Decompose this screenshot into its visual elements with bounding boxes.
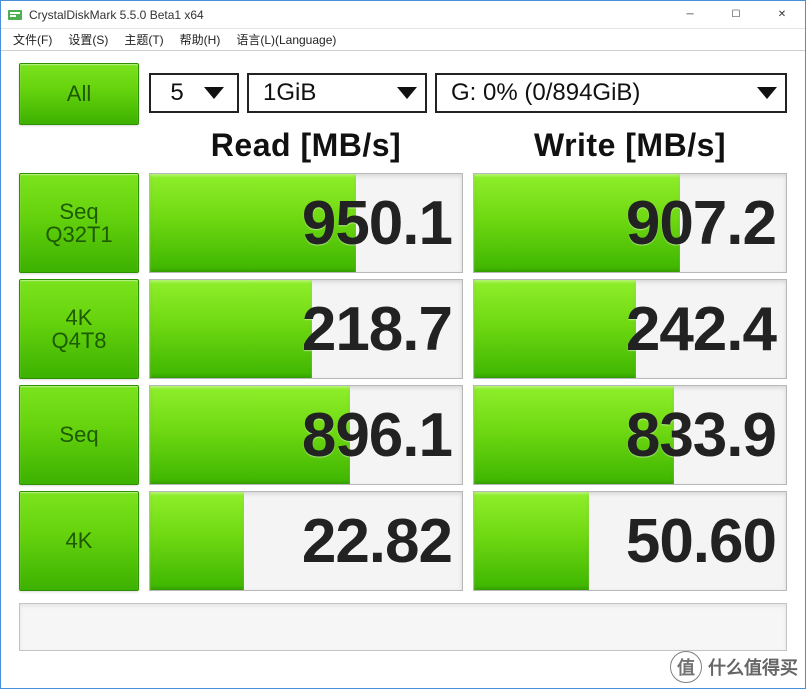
chevron-down-icon <box>204 87 224 99</box>
result-bar <box>474 280 636 378</box>
app-window: CrystalDiskMark 5.5.0 Beta1 x64 ─ ☐ ✕ 文件… <box>0 0 806 689</box>
test-size-value: 1GiB <box>263 79 316 107</box>
chevron-down-icon <box>757 87 777 99</box>
seq-q32t1-write-value: 907.2 <box>626 188 776 259</box>
test-count-value: 5 <box>170 79 183 107</box>
status-footer <box>19 603 787 651</box>
test-label-line1: 4K <box>66 306 93 329</box>
test-label-line2: Q32T1 <box>45 223 112 246</box>
seq-q32t1-read-value: 950.1 <box>302 188 452 259</box>
test-label-line2: Q4T8 <box>51 329 106 352</box>
write-header: Write [MB/s] <box>473 127 787 164</box>
read-header: Read [MB/s] <box>149 127 463 164</box>
menu-language[interactable]: 语言(L)(Language) <box>228 29 344 50</box>
maximize-button[interactable]: ☐ <box>713 1 759 29</box>
controls-row: All 5 1GiB G: 0% (0/894GiB) <box>19 63 787 115</box>
test-row-4k-q4t8: 4K Q4T8 218.7 242.4 <box>19 279 787 379</box>
seq-q32t1-write-box: 907.2 <box>473 173 787 273</box>
chevron-down-icon <box>397 87 417 99</box>
4k-q4t8-read-value: 218.7 <box>302 294 452 365</box>
result-bar <box>150 492 244 590</box>
4k-q4t8-button[interactable]: 4K Q4T8 <box>19 279 139 379</box>
test-label-line1: 4K <box>66 529 93 552</box>
test-label-line1: Seq <box>59 200 98 223</box>
test-size-select[interactable]: 1GiB <box>247 73 427 113</box>
menu-file[interactable]: 文件(F) <box>5 29 60 50</box>
4k-read-box: 22.82 <box>149 491 463 591</box>
test-row-seq: Seq 896.1 833.9 <box>19 385 787 485</box>
result-bar <box>150 280 312 378</box>
all-button-label: All <box>67 82 91 105</box>
menu-theme[interactable]: 主题(T) <box>116 29 171 50</box>
seq-read-box: 896.1 <box>149 385 463 485</box>
drive-value: G: 0% (0/894GiB) <box>451 79 640 107</box>
titlebar: CrystalDiskMark 5.5.0 Beta1 x64 ─ ☐ ✕ <box>1 1 805 29</box>
seq-read-value: 896.1 <box>302 400 452 471</box>
4k-write-value: 50.60 <box>626 506 776 577</box>
menu-settings[interactable]: 设置(S) <box>60 29 116 50</box>
all-button[interactable]: All <box>19 63 139 125</box>
menubar: 文件(F) 设置(S) 主题(T) 帮助(H) 语言(L)(Language) <box>1 29 805 51</box>
4k-read-value: 22.82 <box>302 506 452 577</box>
test-label-line1: Seq <box>59 423 98 446</box>
4k-button[interactable]: 4K <box>19 491 139 591</box>
window-controls: ─ ☐ ✕ <box>667 1 805 29</box>
test-row-4k: 4K 22.82 50.60 <box>19 491 787 591</box>
selects-row: 5 1GiB G: 0% (0/894GiB) <box>149 63 787 115</box>
4k-q4t8-read-box: 218.7 <box>149 279 463 379</box>
test-count-select[interactable]: 5 <box>149 73 239 113</box>
4k-q4t8-write-value: 242.4 <box>626 294 776 365</box>
app-icon <box>7 7 23 23</box>
seq-write-box: 833.9 <box>473 385 787 485</box>
result-bar <box>474 492 589 590</box>
seq-q32t1-read-box: 950.1 <box>149 173 463 273</box>
content-area: All 5 1GiB G: 0% (0/894GiB) Read [MB/s <box>1 51 805 688</box>
column-headers: Read [MB/s] Write [MB/s] <box>19 123 787 167</box>
seq-write-value: 833.9 <box>626 400 776 471</box>
close-button[interactable]: ✕ <box>759 1 805 29</box>
drive-select[interactable]: G: 0% (0/894GiB) <box>435 73 787 113</box>
seq-button[interactable]: Seq <box>19 385 139 485</box>
4k-write-box: 50.60 <box>473 491 787 591</box>
4k-q4t8-write-box: 242.4 <box>473 279 787 379</box>
seq-q32t1-button[interactable]: Seq Q32T1 <box>19 173 139 273</box>
minimize-button[interactable]: ─ <box>667 1 713 29</box>
menu-help[interactable]: 帮助(H) <box>172 29 229 50</box>
window-title: CrystalDiskMark 5.5.0 Beta1 x64 <box>29 8 667 22</box>
test-row-seq-q32t1: Seq Q32T1 950.1 907.2 <box>19 173 787 273</box>
